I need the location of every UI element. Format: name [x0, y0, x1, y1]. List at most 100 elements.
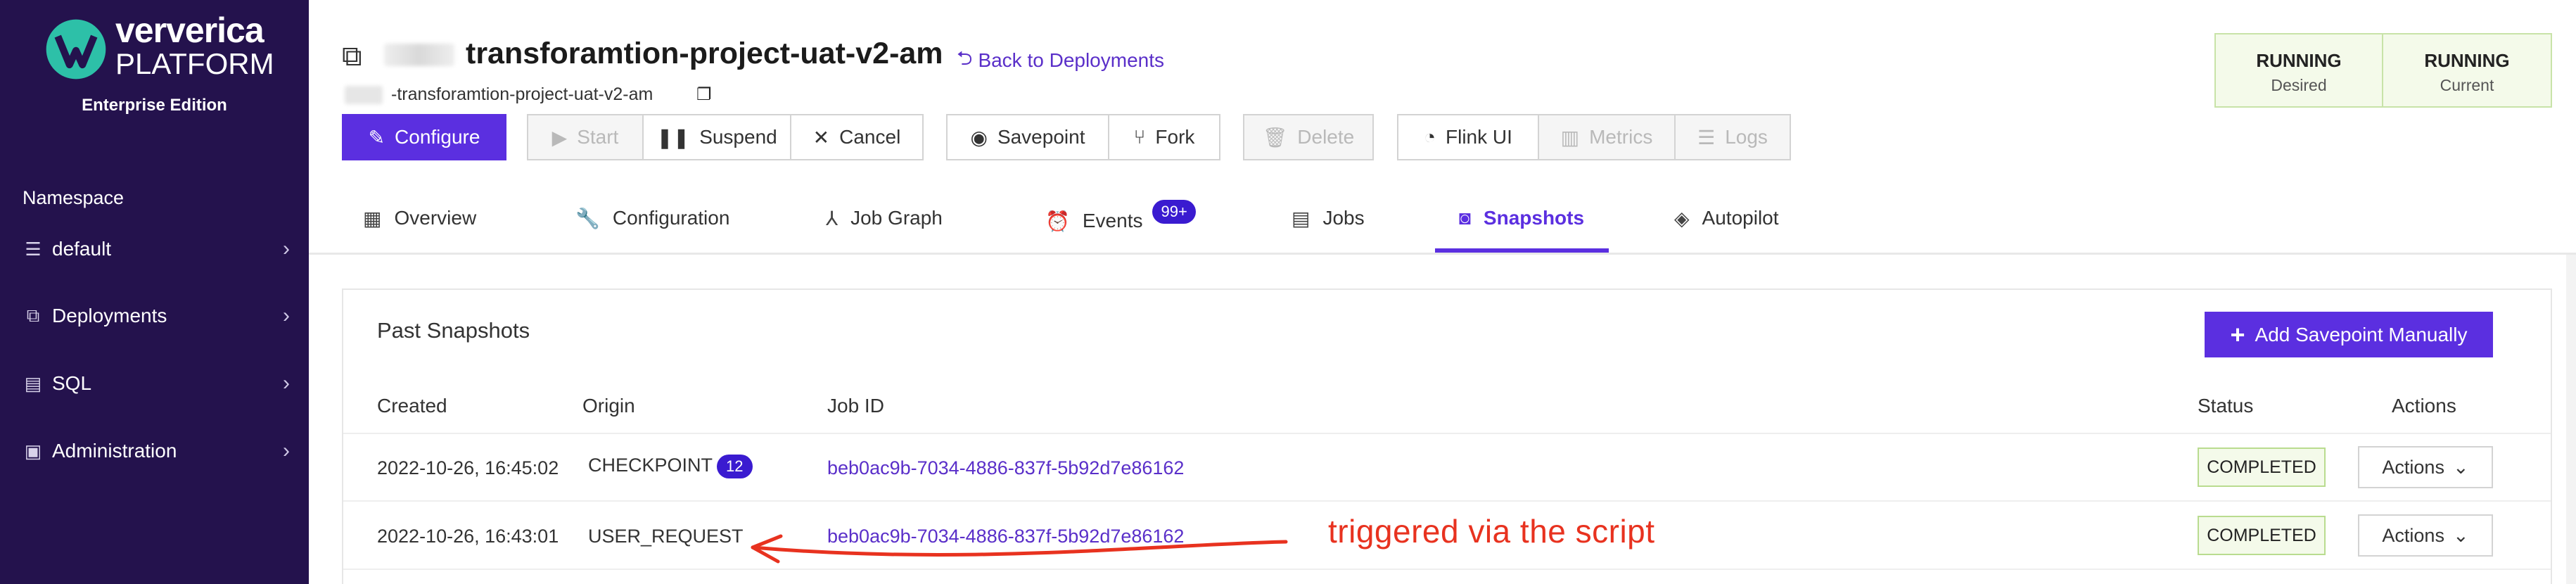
- column-status[interactable]: Status: [2198, 395, 2253, 417]
- tab-job-graph[interactable]: ⅄ Job Graph: [826, 197, 943, 239]
- tab-label: Autopilot: [1702, 207, 1779, 229]
- column-created[interactable]: Created: [377, 395, 447, 417]
- logs-button[interactable]: ☰ Logs: [1674, 114, 1791, 160]
- copy-icon[interactable]: ❐: [696, 84, 712, 105]
- back-arrow-icon: ⮌: [957, 47, 973, 69]
- namespace-label: Namespace: [23, 187, 125, 208]
- tab-label: Configuration: [612, 207, 730, 229]
- deployment-icon: ⧉: [342, 41, 362, 72]
- configure-button[interactable]: ✎ Configure: [342, 114, 506, 160]
- sidebar-item-label: SQL: [52, 372, 92, 394]
- ververica-logo[interactable]: ververica PLATFORM: [44, 13, 274, 82]
- back-to-deployments-link[interactable]: ⮌ Back to Deployments: [957, 44, 1164, 77]
- sidebar-item-sql[interactable]: ▤ SQL ›: [23, 362, 290, 405]
- list-icon: ☰: [25, 238, 42, 260]
- cell-created: 2022-10-26, 16:45:02: [377, 457, 559, 478]
- status-desired-label: Desired: [2271, 76, 2327, 94]
- job-id-link[interactable]: beb0ac9b-7034-4886-837f-5b92d7e86162: [827, 457, 1184, 479]
- scrollbar[interactable]: [2566, 255, 2576, 584]
- start-label: Start: [577, 126, 619, 148]
- page-title: transforamtion-project-uat-v2-am: [466, 37, 943, 70]
- autopilot-icon: ◈: [1674, 207, 1690, 229]
- chevron-right-icon: ›: [283, 304, 290, 327]
- cancel-label: Cancel: [839, 126, 901, 148]
- app-window: ververica PLATFORM Enterprise Edition Na…: [0, 0, 2576, 584]
- brand-platform: PLATFORM: [115, 47, 274, 80]
- wrench-icon: 🔧: [575, 207, 600, 229]
- deployment-subtitle: -transforamtion-project-uat-v2-am: [391, 84, 653, 104]
- status-desired-state: RUNNING: [2256, 50, 2342, 71]
- cell-origin: CHECKPOINT 12: [588, 455, 753, 478]
- plus-icon: +: [2230, 319, 2245, 349]
- cell-origin: USER_REQUEST: [588, 526, 744, 547]
- tab-label: Jobs: [1322, 207, 1365, 229]
- sidebar-item-deployments[interactable]: ⧉ Deployments ›: [23, 295, 290, 337]
- checkpoint-count-badge: 12: [717, 455, 753, 478]
- tab-overview[interactable]: ▦ Overview: [363, 197, 476, 239]
- column-origin[interactable]: Origin: [582, 395, 635, 417]
- annotation-arrow: [751, 534, 1288, 564]
- sidebar-item-label: Deployments: [52, 305, 167, 326]
- savepoint-label: Savepoint: [997, 126, 1085, 148]
- play-icon: ▶: [551, 126, 568, 148]
- delete-button[interactable]: 🗑 Delete: [1243, 114, 1374, 160]
- row-divider: [343, 569, 2551, 570]
- tab-snapshots[interactable]: ◙ Snapshots: [1459, 197, 1584, 239]
- delete-label: Delete: [1297, 126, 1355, 148]
- tab-configuration[interactable]: 🔧 Configuration: [575, 197, 729, 239]
- suspend-label: Suspend: [699, 126, 777, 148]
- suspend-button[interactable]: ❚❚ Suspend: [642, 114, 791, 160]
- tab-autopilot[interactable]: ◈ Autopilot: [1674, 197, 1779, 239]
- chevron-right-icon: ›: [283, 439, 290, 462]
- events-count-badge: 99+: [1152, 200, 1196, 224]
- add-savepoint-label: Add Savepoint Manually: [2255, 323, 2468, 345]
- metrics-label: Metrics: [1589, 126, 1653, 148]
- row-divider: [343, 500, 2551, 502]
- gauge-icon: ◔: [1424, 126, 1436, 148]
- metrics-button[interactable]: ▥ Metrics: [1538, 114, 1676, 160]
- actions-label: Actions: [2382, 456, 2444, 478]
- trash-icon: 🗑: [1262, 126, 1288, 148]
- sidebar-item-label: default: [52, 238, 112, 260]
- column-job-id[interactable]: Job ID: [827, 395, 884, 417]
- cancel-button[interactable]: ✕ Cancel: [790, 114, 924, 160]
- sidebar: ververica PLATFORM Enterprise Edition Na…: [0, 0, 309, 584]
- chevron-down-icon: ⌄: [2452, 524, 2469, 546]
- status-badge: COMPLETED: [2198, 516, 2326, 555]
- pause-icon: ❚❚: [656, 126, 690, 148]
- actions-dropdown[interactable]: Actions ⌄: [2358, 514, 2493, 557]
- sidebar-item-administration[interactable]: ▣ Administration ›: [23, 430, 290, 472]
- savepoint-button[interactable]: ◉ Savepoint: [946, 114, 1109, 160]
- column-actions: Actions: [2392, 395, 2456, 417]
- add-savepoint-button[interactable]: + Add Savepoint Manually: [2205, 312, 2493, 357]
- row-divider: [343, 433, 2551, 434]
- logs-label: Logs: [1725, 126, 1768, 148]
- graph-icon: ⅄: [826, 207, 839, 229]
- tab-jobs[interactable]: ▤ Jobs: [1292, 197, 1365, 239]
- document-icon: ▤: [1292, 207, 1311, 229]
- alarm-icon: ⏰: [1045, 210, 1070, 232]
- configure-label: Configure: [395, 126, 480, 148]
- panel-title: Past Snapshots: [377, 318, 530, 343]
- redacted-prefix: [345, 86, 383, 104]
- fork-button[interactable]: ⑂ Fork: [1108, 114, 1220, 160]
- snapshot-icon: ◙: [1459, 207, 1471, 229]
- redacted-namespace: [384, 44, 454, 66]
- fork-label: Fork: [1155, 126, 1195, 148]
- sidebar-item-default[interactable]: ☰ default ›: [23, 228, 290, 270]
- status-current: RUNNING Current: [2382, 33, 2552, 108]
- tab-events[interactable]: ⏰ Events 99+: [1045, 200, 1196, 242]
- actions-label: Actions: [2382, 524, 2444, 546]
- flink-ui-button[interactable]: ◔ Flink UI: [1397, 114, 1539, 160]
- chevron-right-icon: ›: [283, 237, 290, 260]
- tab-label: Overview: [394, 207, 477, 229]
- chevron-down-icon: ⌄: [2452, 456, 2469, 478]
- annotation-text: triggered via the script: [1328, 513, 1655, 550]
- list-icon: ☰: [1697, 126, 1716, 148]
- actions-dropdown[interactable]: Actions ⌄: [2358, 446, 2493, 488]
- start-button[interactable]: ▶ Start: [527, 114, 644, 160]
- fork-icon: ⑂: [1133, 126, 1146, 148]
- deployments-icon: ⧉: [26, 305, 40, 326]
- overview-icon: ▦: [363, 207, 382, 229]
- camera-icon: ◉: [970, 126, 988, 148]
